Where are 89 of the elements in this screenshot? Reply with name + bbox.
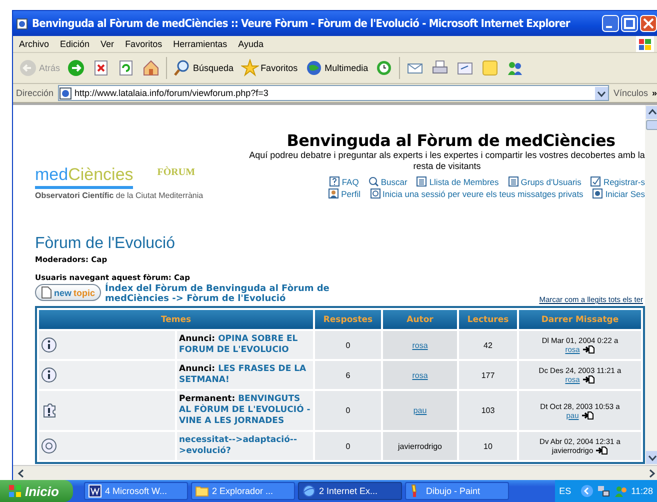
nav-link[interactable]: Registrar-s (590, 176, 645, 187)
puzzle-icon (41, 402, 57, 418)
go-to-post-icon[interactable] (582, 375, 595, 384)
author-link[interactable]: pau (413, 406, 427, 415)
info-icon (41, 337, 57, 353)
scrollbar-thumb[interactable] (646, 120, 657, 130)
house-icon[interactable] (142, 59, 160, 77)
table-cell: 10 (459, 432, 517, 460)
author-link[interactable]: rosa (412, 370, 428, 380)
taskbar-button[interactable]: Dibujo - Paint (404, 482, 509, 500)
search-button[interactable]: Búsqueda (172, 59, 235, 77)
menu-item[interactable]: Edición (60, 39, 90, 49)
close-button[interactable] (640, 15, 657, 32)
nav-link[interactable]: Perfil (328, 188, 361, 199)
start-button[interactable]: Inicio (0, 480, 73, 502)
table-cell: 103 (459, 391, 517, 430)
forum-title[interactable]: Fòrum de l'Evolució (35, 235, 175, 253)
maximize-button[interactable] (621, 15, 638, 32)
breadcrumb-link[interactable]: Índex del Fòrum de Benvinguda al Fòrum de medCiències -> Fòrum de l'Evolució (105, 284, 376, 304)
minimize-button[interactable] (602, 15, 619, 32)
vertical-scrollbar[interactable] (645, 105, 657, 465)
more-button[interactable]: » (652, 88, 657, 98)
table-cell: 177 (459, 361, 517, 389)
taskbar-button[interactable]: 4 Microsoft W... (84, 482, 188, 500)
page-icon (41, 286, 52, 299)
menu-item[interactable]: Favoritos (125, 39, 162, 49)
magnifier-icon (368, 176, 379, 187)
author-name: javierrodrigo (398, 442, 442, 450)
document-icon (88, 484, 102, 498)
stop-icon[interactable] (92, 59, 110, 77)
checkmark-icon (590, 176, 602, 187)
column-header: Respostes (315, 310, 381, 329)
search-icon (173, 59, 192, 77)
globe-icon (304, 59, 323, 77)
logo-text: medCiències (35, 165, 134, 189)
column-header: Darrer Missatge (519, 310, 641, 329)
table-cell: 6 (315, 361, 381, 389)
menu-item[interactable]: Ayuda (238, 39, 264, 49)
list-icon (416, 176, 428, 187)
globe-icon (302, 484, 316, 498)
nav-link[interactable]: Buscar (368, 176, 408, 187)
people-icon[interactable] (506, 59, 524, 77)
nav-link[interactable]: Iniciar Ses (592, 188, 645, 199)
new-topic-button[interactable]: new topic (35, 284, 102, 301)
table-cell: 0 (315, 391, 381, 430)
nav-link[interactable]: Inicia una sessió per veure els teus missatges privats (370, 188, 584, 199)
author-link[interactable]: rosa (412, 340, 428, 350)
language-indicator[interactable]: ES (559, 486, 572, 496)
menu-item[interactable]: Herramientas (173, 39, 228, 49)
go-to-post-icon[interactable] (582, 345, 595, 354)
page-icon (16, 18, 28, 30)
windows-flag-icon (8, 484, 22, 498)
horizontal-scrollbar[interactable] (13, 465, 657, 480)
star-icon (240, 59, 259, 77)
column-header: Autor (383, 310, 457, 329)
table-cell: 42 (459, 331, 517, 359)
scroll-up-arrow-icon[interactable] (646, 106, 657, 119)
site-description: Aquí podreu debatre i preguntar als experts i les expertes i compartir les vostres decobertes amb la resta de visitants (249, 150, 645, 172)
column-header: Temes (39, 310, 313, 329)
person-icon (328, 188, 340, 199)
menu-item[interactable]: Archivo (19, 39, 50, 49)
taskbar-button[interactable]: 2 Internet Ex... (298, 482, 402, 500)
links-button[interactable]: Vínculos (613, 88, 648, 98)
nav-link[interactable]: FAQ (328, 176, 359, 187)
table-cell: 0 (315, 331, 381, 359)
refresh-icon[interactable] (117, 59, 136, 77)
clock: 11:28 (631, 486, 653, 496)
site-title: Benvinguda al Fòrum de medCiències (286, 131, 616, 150)
logo-caption: FÒRUM (157, 165, 196, 178)
scroll-down-arrow-icon[interactable] (646, 451, 657, 464)
address-label: Dirección (16, 88, 54, 98)
tagline: Observatori Científic de la Ciutat Mediterrània (35, 191, 204, 200)
column-header: Lectures (459, 310, 517, 329)
address-field[interactable]: http://www.latalaia.info/forum/viewforum.php?f=3 (58, 85, 610, 101)
window-title: Benvinguda al Fòrum de medCiències :: Veure Fòrum - Fòrum de l'Evolució - Microsoft Internet Explorer (32, 17, 572, 30)
question-mark-icon (328, 176, 340, 187)
globe-button[interactable]: Multimedia (304, 59, 370, 77)
page-icon (58, 86, 72, 100)
star-button[interactable]: Favoritos (240, 59, 299, 77)
taskbar-button[interactable]: 2 Explorador ... (190, 482, 295, 500)
go-to-post-icon[interactable] (580, 410, 594, 420)
list-icon (508, 176, 519, 187)
menu-item[interactable]: Ver (100, 39, 114, 49)
windows-logo-icon (636, 36, 654, 52)
go-to-post-icon[interactable] (595, 446, 608, 455)
info-icon (41, 367, 57, 383)
table-cell: 0 (315, 432, 381, 460)
nav-link[interactable]: Llista de Membres (416, 176, 499, 187)
nav-link[interactable]: Grups d'Usuaris (508, 176, 582, 187)
